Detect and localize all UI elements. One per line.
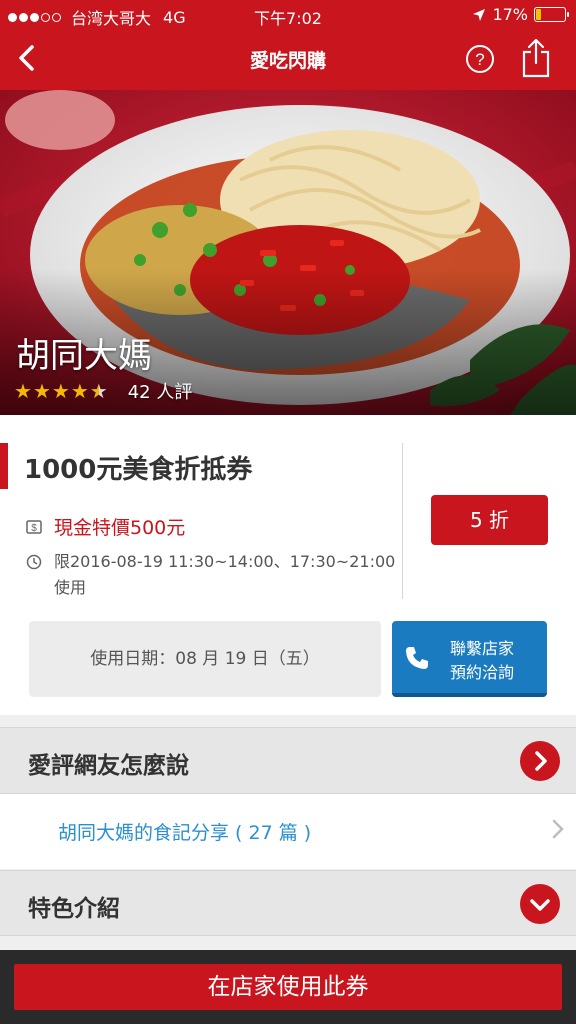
chevron-right-icon: [535, 751, 547, 771]
deal-title: 1000元美食折抵券: [24, 455, 253, 485]
question-circle-icon[interactable]: ?: [465, 44, 495, 74]
star-full-icon: ★: [32, 379, 51, 403]
star-full-icon: ★: [14, 379, 32, 403]
food-journal-link[interactable]: 胡同大媽的食記分享 ( 27 篇 ): [58, 818, 311, 845]
bottom-action-bar: 在店家使用此券: [0, 950, 576, 1024]
phone-icon: [406, 647, 428, 669]
app-screen: 台湾大哥大 4G 下午7:02 17% 愛吃閃購 ? 胡同大媽 ★ ★ ★ ★ …: [0, 0, 576, 1024]
battery-icon: [534, 7, 569, 22]
chevron-right-icon: [552, 819, 564, 839]
use-date: 使用日期：08 月 19 日（五）: [29, 621, 381, 697]
restaurant-hero-image: 胡同大媽 ★ ★ ★ ★ ★ 42 人評: [0, 90, 576, 415]
reviews-section-title: 愛評網友怎麼說: [28, 753, 189, 779]
intro-section-title: 特色介紹: [28, 896, 120, 922]
review-count: 42 人評: [127, 382, 193, 403]
contact-store-button[interactable]: 聯繫店家 預約洽詢: [392, 621, 547, 697]
star-rating: ★ ★ ★ ★ ★: [14, 381, 108, 401]
navigation-bar: 愛吃閃購 ?: [0, 30, 576, 90]
deal-card: 1000元美食折抵券 $ 現金特價500元 限2016-08-19 11:30~…: [0, 415, 576, 715]
chevron-down-icon: [530, 899, 550, 911]
star-full-icon: ★: [70, 379, 89, 403]
valid-time: 限2016-08-19 11:30~14:00、17:30~21:00 使用: [54, 552, 396, 597]
restaurant-name: 胡同大媽: [16, 336, 152, 376]
intro-expand-button[interactable]: [520, 884, 560, 924]
price-row: $ 現金特價500元: [26, 513, 185, 540]
reviews-expand-button[interactable]: [520, 741, 560, 781]
status-bar: 台湾大哥大 4G 下午7:02 17%: [0, 0, 576, 30]
contact-label-line1: 聯繫店家: [450, 639, 515, 658]
star-full-icon: ★: [51, 379, 70, 403]
star-half-icon: ★: [89, 379, 108, 403]
top-bar: 台湾大哥大 4G 下午7:02 17% 愛吃閃購 ?: [0, 0, 576, 90]
share-icon[interactable]: [519, 38, 553, 78]
intro-section-header[interactable]: 特色介紹: [0, 870, 576, 936]
divider: [402, 443, 403, 599]
accent-bar: [0, 443, 8, 489]
svg-text:$: $: [31, 523, 37, 534]
valid-time-row: 限2016-08-19 11:30~14:00、17:30~21:00 使用: [26, 549, 398, 601]
battery-percent: 17%: [492, 5, 528, 24]
svg-text:?: ?: [475, 50, 484, 69]
rating-row: ★ ★ ★ ★ ★ 42 人評: [14, 378, 192, 404]
clock-icon: [26, 554, 42, 570]
contact-label-line2: 預約洽詢: [450, 663, 515, 682]
use-voucher-button[interactable]: 在店家使用此券: [14, 964, 562, 1010]
special-price: 現金特價500元: [54, 517, 186, 539]
review-link-row[interactable]: 胡同大媽的食記分享 ( 27 篇 ): [0, 794, 576, 869]
location-arrow-icon: [473, 8, 486, 21]
discount-button[interactable]: 5 折: [431, 495, 548, 545]
cash-icon: $: [26, 519, 42, 534]
reviews-section-header[interactable]: 愛評網友怎麼說: [0, 727, 576, 794]
